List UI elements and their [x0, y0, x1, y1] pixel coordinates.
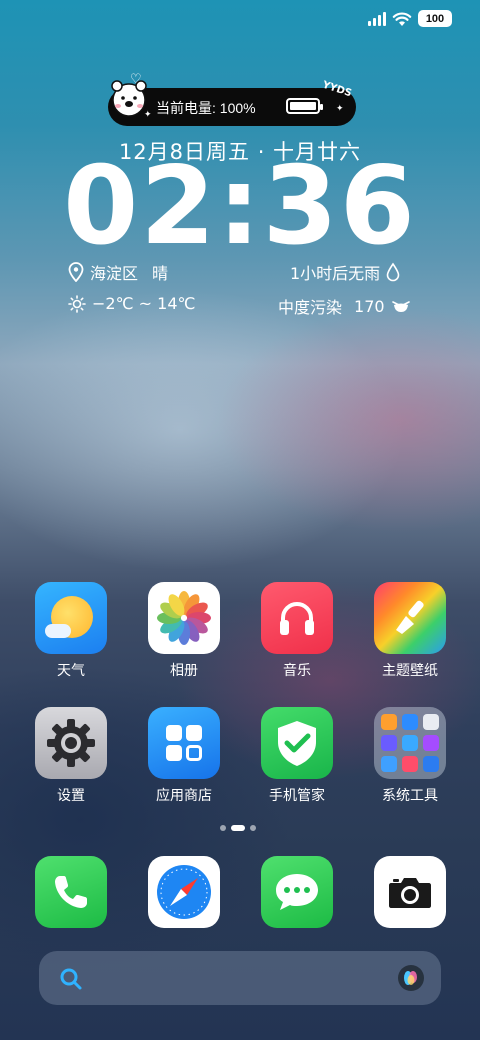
- page-indicator[interactable]: [220, 825, 256, 831]
- folder-icon: [374, 707, 446, 779]
- shield-check-icon: [261, 707, 333, 779]
- location-text: 海淀区: [90, 264, 139, 283]
- sparkle-icon: ✦: [336, 104, 344, 114]
- dock-browser[interactable]: [139, 856, 229, 928]
- app-label: 手机管家: [269, 788, 325, 804]
- dock-phone[interactable]: [26, 856, 116, 928]
- cellular-signal-icon: [368, 11, 386, 26]
- rain-forecast-text: 1小时后无雨: [290, 264, 381, 283]
- battery-level-text: 100: [425, 12, 445, 25]
- compass-icon: [148, 856, 220, 928]
- app-music[interactable]: 音乐: [252, 582, 342, 680]
- photos-flower-icon: [148, 582, 220, 654]
- weather-condition: 晴: [152, 264, 169, 283]
- battery-capsule-widget[interactable]: 当前电量: 100% YYDS ✦ ✦: [108, 80, 356, 126]
- search-icon: [60, 968, 82, 990]
- page-dot[interactable]: [220, 825, 226, 831]
- page-dot[interactable]: [250, 825, 256, 831]
- app-label: 相册: [170, 663, 198, 679]
- app-folder-system-tools[interactable]: 系统工具: [365, 707, 455, 805]
- app-label: 设置: [57, 788, 85, 804]
- app-weather[interactable]: 天气: [26, 582, 116, 680]
- rain-forecast-row[interactable]: 1小时后无雨: [290, 260, 400, 284]
- app-label: 主题壁纸: [382, 663, 438, 679]
- headphones-icon: [261, 582, 333, 654]
- weather-app-icon: [35, 582, 107, 654]
- gear-icon: [35, 707, 107, 779]
- dock-messages[interactable]: [252, 856, 342, 928]
- app-store-grid-icon: [148, 707, 220, 779]
- voice-assistant-icon[interactable]: [397, 964, 425, 992]
- app-label: 应用商店: [156, 788, 212, 804]
- app-themes[interactable]: 主题壁纸: [365, 582, 455, 680]
- wifi-icon: [392, 12, 412, 26]
- messages-icon: [261, 856, 333, 928]
- app-settings[interactable]: 设置: [26, 707, 116, 805]
- sparkle-icon: ✦: [144, 110, 152, 120]
- air-quality-row[interactable]: 中度污染 170: [278, 294, 411, 318]
- app-label: 音乐: [283, 663, 311, 679]
- battery-icon: [286, 98, 323, 114]
- app-label: 天气: [57, 663, 85, 679]
- location-pin-icon: [68, 262, 84, 282]
- temperature-range: −2℃ ~ 14℃: [92, 294, 196, 313]
- phone-icon: [35, 856, 107, 928]
- weather-location-row[interactable]: 海淀区 晴: [68, 260, 168, 284]
- page-dot-active[interactable]: [231, 825, 245, 831]
- battery-indicator: 100: [418, 10, 452, 27]
- app-store[interactable]: 应用商店: [139, 707, 229, 805]
- raindrop-icon: [386, 262, 400, 282]
- search-bar[interactable]: [39, 951, 441, 1005]
- clock-time[interactable]: 02:36: [0, 152, 480, 262]
- battery-widget-label: 当前电量: 100%: [156, 100, 256, 116]
- sun-icon: [68, 294, 86, 313]
- yyds-sticker-text: YYDS: [321, 79, 353, 100]
- status-bar: 100: [368, 10, 452, 27]
- paintbrush-icon: [374, 582, 446, 654]
- temperature-row[interactable]: −2℃ ~ 14℃: [68, 294, 195, 313]
- app-photos[interactable]: 相册: [139, 582, 229, 680]
- dock-camera[interactable]: [365, 856, 455, 928]
- air-quality-label: 中度污染: [278, 298, 343, 317]
- camera-icon: [374, 856, 446, 928]
- air-quality-value: 170: [354, 296, 385, 316]
- mask-face-icon: [391, 301, 410, 312]
- app-security[interactable]: 手机管家: [252, 707, 342, 805]
- app-label: 系统工具: [382, 788, 438, 804]
